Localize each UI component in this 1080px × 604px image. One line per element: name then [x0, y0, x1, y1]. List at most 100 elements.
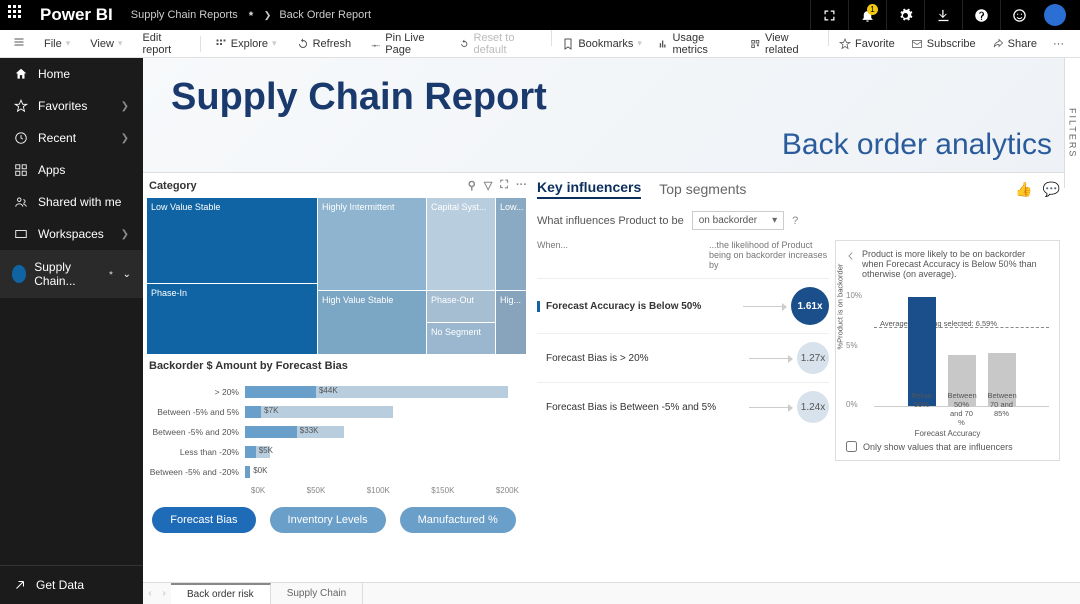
filter-icon[interactable]: ▽ [484, 179, 492, 192]
report-toolbar: File▾ View▾ Edit report Explore▾ Refresh… [0, 30, 1080, 58]
settings-icon[interactable] [886, 0, 924, 30]
treemap-cell[interactable]: Phase-Out [427, 291, 495, 322]
report-subtitle: Back order analytics [782, 128, 1052, 162]
apps-icon [14, 163, 28, 177]
edit-report-button[interactable]: Edit report [134, 30, 193, 58]
avatar[interactable] [1044, 4, 1066, 26]
more-icon[interactable]: ··· [516, 179, 527, 192]
help-icon[interactable]: ? [792, 215, 798, 227]
barchart-title: Backorder $ Amount by Forecast Bias [147, 354, 527, 378]
app-launcher-icon[interactable] [8, 5, 28, 25]
bookmarks-menu[interactable]: Bookmarks▾ [554, 30, 650, 58]
clock-icon [14, 131, 28, 145]
header-actions: 1 [810, 0, 1072, 30]
backorder-barchart[interactable]: > 20%$44K Between -5% and 5%$7K Between … [147, 378, 527, 582]
help-icon[interactable] [962, 0, 1000, 30]
report-canvas: Supply Chain Report Back order analytics… [143, 58, 1080, 604]
page-tab-back-order-risk[interactable]: Back order risk [171, 583, 271, 604]
treemap-cell[interactable]: Phase-In [147, 284, 317, 354]
focus-icon[interactable]: ⛶ [500, 179, 508, 192]
filters-pane-toggle[interactable]: FILTERS [1064, 58, 1080, 188]
detail-bar-chart: %Product is on backorder 10% 5% 0% Avera… [846, 285, 1049, 435]
treemap-cell[interactable]: Hig... [496, 291, 526, 354]
comment-icon[interactable]: 💬 [1043, 181, 1060, 198]
influencer-item[interactable]: Forecast Bias is > 20%1.27x [537, 333, 829, 382]
page-tabs: ‹ › Back order risk Supply Chain [143, 582, 1080, 604]
star-icon [14, 99, 28, 113]
nav-favorites[interactable]: Favorites❯ [0, 90, 143, 122]
nav-apps[interactable]: Apps [0, 154, 143, 186]
file-menu[interactable]: File▾ [36, 30, 78, 58]
more-button[interactable]: ··· [1045, 30, 1072, 58]
pill-inventory[interactable]: Inventory Levels [270, 507, 386, 533]
reset-icon [459, 38, 470, 50]
subscribe-button[interactable]: Subscribe [903, 30, 984, 58]
nav-home[interactable]: Home [0, 58, 143, 90]
treemap-cell[interactable]: Capital Syst... [427, 198, 495, 290]
influencer-item[interactable]: Forecast Bias is Between -5% and 5%1.24x [537, 382, 829, 431]
current-workspace[interactable]: Supply Chain... ⌄ [0, 250, 143, 298]
hamburger-icon[interactable] [8, 30, 36, 57]
workspace-avatar-icon [12, 265, 26, 283]
workspace-icon [14, 227, 28, 241]
share-button[interactable]: Share [984, 30, 1045, 58]
nav-recent[interactable]: Recent❯ [0, 122, 143, 154]
download-icon[interactable] [924, 0, 962, 30]
pin-visual-icon[interactable]: ⚲ [468, 179, 476, 192]
global-header: Power BI Supply Chain Reports ❯ Back Ord… [0, 0, 1080, 30]
explore-menu[interactable]: Explore▾ [207, 30, 285, 58]
usage-metrics-button[interactable]: Usage metrics [650, 30, 743, 58]
nav-workspaces[interactable]: Workspaces❯ [0, 218, 143, 250]
refresh-icon [297, 38, 309, 50]
pin-icon [371, 38, 381, 50]
favorite-button[interactable]: Favorite [831, 30, 903, 58]
treemap-cell[interactable]: No Segment [427, 323, 495, 354]
treemap-title: Category ⚲ ▽ ⛶ ··· [147, 173, 527, 198]
treemap-cell[interactable]: Highly Intermittent [318, 198, 426, 290]
nav-shared[interactable]: Shared with me [0, 186, 143, 218]
report-header: Supply Chain Report Back order analytics [143, 58, 1080, 173]
mail-icon [911, 38, 923, 50]
get-data-button[interactable]: Get Data [0, 565, 143, 604]
notification-badge: 1 [867, 4, 878, 15]
report-title: Supply Chain Report [171, 76, 1052, 119]
treemap-cell[interactable]: High Value Stable [318, 291, 426, 354]
category-treemap[interactable]: Low Value Stable Phase-In Highly Intermi… [147, 198, 527, 354]
key-influencers-visual[interactable]: Key influencers Top segments 👍💬 What inf… [527, 173, 1080, 582]
influencer-detail-panel: Product is more likely to be on backorde… [835, 240, 1060, 461]
chevron-down-icon: ⌄ [123, 269, 131, 280]
chart-bar[interactable] [908, 297, 936, 406]
home-icon [14, 67, 28, 81]
reset-button[interactable]: Reset to default [451, 30, 550, 58]
pill-manufactured[interactable]: Manufactured % [400, 507, 516, 533]
certified-icon [107, 269, 115, 279]
refresh-button[interactable]: Refresh [289, 30, 360, 58]
star-icon [839, 38, 851, 50]
only-influencers-checkbox[interactable]: Only show values that are influencers [846, 441, 1049, 452]
back-arrow-icon[interactable] [846, 251, 856, 261]
chevron-right-icon: ❯ [121, 101, 129, 112]
treemap-cell[interactable]: Low... [496, 198, 526, 290]
pill-forecast-bias[interactable]: Forecast Bias [152, 507, 255, 533]
fullscreen-icon[interactable] [810, 0, 848, 30]
influence-target-select[interactable]: on backorder [692, 211, 784, 230]
breadcrumb-level1[interactable]: Supply Chain Reports [131, 9, 238, 21]
pin-button[interactable]: Pin Live Page [363, 30, 451, 58]
influencer-item[interactable]: Forecast Accuracy is Below 50%1.61x [537, 278, 829, 333]
arrow-icon [14, 579, 26, 591]
chevron-right-icon: ❯ [264, 10, 272, 21]
thumbs-up-icon[interactable]: 👍 [1015, 181, 1032, 198]
treemap-cell[interactable]: Low Value Stable [147, 198, 317, 283]
breadcrumb-level2[interactable]: Back Order Report [279, 9, 371, 21]
tab-next-icon[interactable]: › [157, 588, 171, 599]
view-related-button[interactable]: View related [742, 30, 826, 58]
page-tab-supply-chain[interactable]: Supply Chain [271, 583, 363, 604]
view-menu[interactable]: View▾ [82, 30, 130, 58]
tab-prev-icon[interactable]: ‹ [143, 588, 157, 599]
chevron-right-icon: ❯ [121, 229, 129, 240]
explore-icon [215, 38, 227, 50]
notifications-icon[interactable]: 1 [848, 0, 886, 30]
feedback-icon[interactable] [1000, 0, 1038, 30]
tab-key-influencers[interactable]: Key influencers [537, 179, 641, 199]
tab-top-segments[interactable]: Top segments [659, 181, 746, 197]
